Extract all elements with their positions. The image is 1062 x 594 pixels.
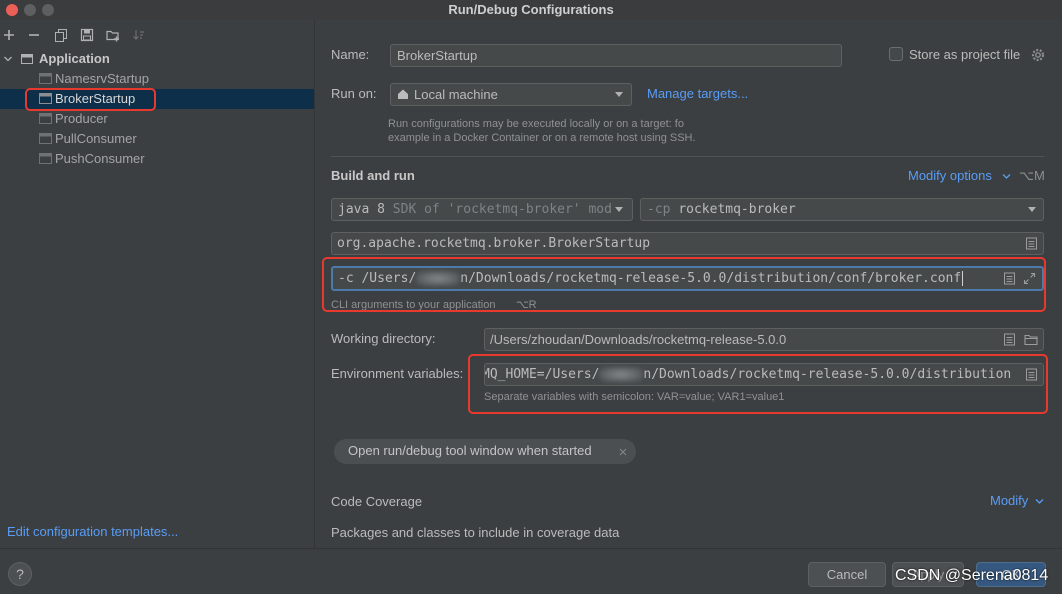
tree-group-application[interactable]: Application — [39, 51, 110, 67]
tree-item-label: Producer — [55, 111, 108, 126]
panel-divider[interactable] — [314, 20, 315, 548]
modify-options-link[interactable]: Modify options — [908, 168, 992, 184]
sdk-dropdown[interactable]: java 8 SDK of 'rocketmq-broker' mod — [331, 198, 633, 221]
run-on-value: Local machine — [414, 87, 498, 102]
chevron-down-icon[interactable] — [1002, 173, 1011, 180]
run-on-dropdown[interactable]: Local machine — [390, 83, 632, 106]
run-config-icon — [39, 133, 52, 144]
working-directory-field[interactable]: /Users/zhoudan/Downloads/rocketmq-releas… — [484, 328, 1044, 351]
program-arguments-hint-shortcut: ⌥R — [516, 299, 537, 311]
watermark: CSDN @Serena0814 — [895, 567, 1049, 584]
section-separator — [331, 156, 1044, 157]
text-caret — [962, 271, 964, 286]
program-arguments-prefix: -c /Users/ — [338, 271, 417, 286]
sdk-value: java 8 SDK of 'rocketmq-broker' mod — [332, 199, 632, 220]
add-icon[interactable] — [2, 28, 16, 42]
tree-item-namesrvstartup[interactable]: NamesrvStartup — [0, 69, 314, 89]
main-class-value: org.apache.rocketmq.broker.BrokerStartup — [337, 236, 651, 251]
footer-divider — [0, 548, 1062, 549]
close-icon[interactable] — [618, 447, 628, 457]
environment-variables-value: MQ_HOME=/Users/n/Downloads/rocketmq-rele… — [485, 364, 1017, 385]
classpath-module-dropdown[interactable]: -cp rocketmq-broker — [640, 198, 1044, 221]
run-config-icon — [39, 153, 52, 164]
working-directory-value: /Users/zhoudan/Downloads/rocketmq-releas… — [490, 332, 787, 347]
chevron-down-icon[interactable] — [1035, 498, 1044, 505]
copy-icon[interactable] — [54, 28, 68, 42]
environment-variables-field[interactable]: MQ_HOME=/Users/n/Downloads/rocketmq-rele… — [484, 363, 1044, 386]
build-and-run-title: Build and run — [331, 168, 415, 183]
environment-variables-suffix: n/Downloads/rocketmq-release-5.0.0/distr… — [643, 367, 1012, 382]
tree-item-label: PushConsumer — [55, 151, 145, 166]
tree-item-brokerstartup[interactable]: BrokerStartup — [0, 89, 314, 109]
config-toolbar — [0, 26, 314, 46]
sdk-description: SDK of 'rocketmq-broker' mod — [392, 202, 612, 217]
modify-options-shortcut: ⌥M — [1019, 168, 1045, 183]
help-label: ? — [16, 566, 24, 582]
tool-window-option-label: Open run/debug tool window when started — [348, 443, 592, 458]
remove-icon[interactable] — [27, 28, 41, 42]
gear-icon[interactable] — [1031, 48, 1045, 62]
run-on-label: Run on: — [331, 86, 377, 101]
expand-fullscreen-icon[interactable] — [1023, 272, 1036, 285]
program-arguments-suffix: n/Downloads/rocketmq-release-5.0.0/distr… — [460, 271, 962, 286]
expand-text-icon[interactable] — [1003, 272, 1016, 285]
classpath-value: -cp rocketmq-broker — [641, 199, 1043, 220]
code-coverage-title: Code Coverage — [331, 494, 423, 509]
run-on-hint-line1: Run configurations may be executed local… — [388, 118, 684, 130]
expand-text-icon[interactable] — [1025, 237, 1038, 250]
classpath-module: rocketmq-broker — [678, 202, 796, 217]
dropdown-arrow-icon — [615, 207, 623, 212]
tree-item-label: NamesrvStartup — [55, 71, 149, 86]
store-as-project-file-checkbox[interactable] — [889, 47, 903, 61]
save-icon[interactable] — [80, 28, 94, 42]
working-directory-label: Working directory: — [331, 331, 436, 346]
name-value: BrokerStartup — [397, 48, 478, 63]
tree-item-producer[interactable]: Producer — [0, 109, 314, 129]
program-arguments-field[interactable]: -c /Users/n/Downloads/rocketmq-release-5… — [331, 266, 1044, 291]
cancel-button[interactable]: Cancel — [808, 562, 886, 587]
tree-item-pushconsumer[interactable]: PushConsumer — [0, 149, 314, 169]
dropdown-arrow-icon — [1028, 207, 1036, 212]
expand-text-icon[interactable] — [1003, 333, 1016, 346]
run-on-hint-line2: example in a Docker Container or on a re… — [388, 132, 696, 144]
edit-configuration-templates-link[interactable]: Edit configuration templates... — [7, 524, 178, 540]
redacted-username-blur — [416, 271, 461, 286]
coverage-packages-label: Packages and classes to include in cover… — [331, 525, 620, 540]
manage-targets-link[interactable]: Manage targets... — [647, 86, 748, 102]
redacted-username-blur — [599, 367, 644, 382]
run-debug-configurations-dialog: Run/Debug Configurations Application Nam… — [0, 0, 1062, 594]
sdk-version: java 8 — [338, 202, 385, 217]
classpath-flag: -cp — [647, 202, 671, 217]
tree-item-label: PullConsumer — [55, 131, 137, 146]
chevron-down-icon[interactable] — [3, 54, 13, 64]
name-field[interactable]: BrokerStartup — [390, 44, 842, 67]
tool-window-option-chip[interactable]: Open run/debug tool window when started — [334, 439, 636, 464]
dropdown-arrow-icon — [615, 92, 623, 97]
tree-item-label: BrokerStartup — [55, 91, 136, 106]
environment-variables-prefix: MQ_HOME=/Users/ — [485, 367, 600, 382]
code-coverage-modify-link[interactable]: Modify — [990, 493, 1028, 509]
run-config-icon — [39, 93, 52, 104]
program-arguments-value: -c /Users/n/Downloads/rocketmq-release-5… — [333, 268, 1042, 289]
environment-variables-label: Environment variables: — [331, 366, 464, 381]
window-title: Run/Debug Configurations — [448, 2, 614, 17]
name-label: Name: — [331, 47, 370, 62]
expand-text-icon[interactable] — [1025, 368, 1038, 381]
sort-icon — [133, 30, 144, 40]
store-as-project-file-label[interactable]: Store as project file — [909, 47, 1020, 63]
folder-icon[interactable] — [1024, 333, 1038, 346]
application-config-icon — [21, 54, 33, 64]
main-class-field[interactable]: org.apache.rocketmq.broker.BrokerStartup — [331, 232, 1044, 255]
title-bar: Run/Debug Configurations — [0, 0, 1062, 20]
new-folder-icon[interactable] — [106, 28, 120, 42]
tree-item-pullconsumer[interactable]: PullConsumer — [0, 129, 314, 149]
environment-variables-hint: Separate variables with semicolon: VAR=v… — [484, 391, 785, 403]
help-button[interactable]: ? — [8, 562, 32, 586]
program-arguments-hint: CLI arguments to your application — [331, 299, 496, 311]
run-config-icon — [39, 73, 52, 84]
run-config-icon — [39, 113, 52, 124]
